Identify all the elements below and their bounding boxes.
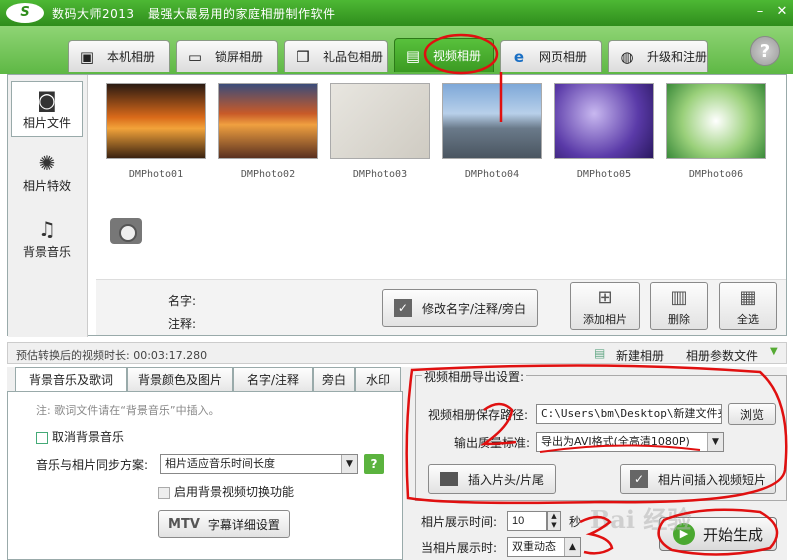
- checkbox-icon: [36, 431, 48, 444]
- ie-icon: e: [513, 47, 525, 66]
- sidebar-item-background-music[interactable]: ♫ 背景音乐: [11, 211, 83, 267]
- subtitle-settings-button[interactable]: MTV 字幕详细设置: [158, 510, 290, 538]
- user-frame-icon: ▣: [79, 47, 95, 66]
- app-subtitle: 最强大最易用的家庭相册制作软件: [148, 7, 336, 21]
- photo-image: [106, 83, 206, 159]
- globe-icon: ◍: [620, 47, 634, 66]
- app-logo: S: [6, 3, 44, 23]
- check-icon: ✓: [393, 299, 412, 317]
- tab-narration[interactable]: 旁白: [313, 367, 355, 391]
- album-params-button[interactable]: 相册参数文件: [686, 347, 758, 364]
- app-title: 数码大师2013: [52, 7, 135, 21]
- sync-select[interactable]: 相片适应音乐时间长度 ▼: [160, 454, 358, 474]
- photo-image: [442, 83, 542, 159]
- tab-name-note[interactable]: 名字/注释: [233, 367, 313, 391]
- checkbox-icon: [158, 486, 170, 499]
- edit-name-note-button[interactable]: ✓ 修改名字/注释/旁白: [382, 289, 538, 327]
- show-time-spinner[interactable]: ▲ ▼: [547, 511, 561, 531]
- video-switch-checkbox[interactable]: 启用背景视频切换功能: [158, 483, 294, 500]
- chevron-down-icon: ▼: [341, 455, 357, 473]
- add-photo-icon: ⊞: [597, 287, 613, 308]
- photo-thumb[interactable]: DMPhoto02: [216, 81, 320, 185]
- transition-label: 当相片展示时:: [421, 541, 498, 555]
- photo-image: [554, 83, 654, 159]
- tab-music-lyrics[interactable]: 背景音乐及歌词: [15, 367, 127, 393]
- grid-icon: ▦: [739, 287, 757, 308]
- music-lyrics-panel: 注: 歌词文件请在“背景音乐”中插入。 取消背景音乐 音乐与相片同步方案: 相片…: [7, 391, 403, 560]
- chevron-down-icon[interactable]: ▼: [770, 346, 778, 357]
- tab-lockscreen-album[interactable]: ▭ 锁屏相册: [176, 40, 278, 72]
- add-photo-button[interactable]: ⊞ 添加相片: [570, 282, 640, 330]
- music-icon: ♫: [38, 217, 56, 241]
- export-settings-group: 视频相册导出设置: 视频相册保存路径: C:\Users\bm\Desktop\…: [415, 368, 787, 501]
- sync-help-button[interactable]: ?: [364, 454, 384, 474]
- transition-select[interactable]: 双重动态 ▲: [507, 537, 581, 557]
- tab-web-album[interactable]: e 网页相册: [500, 40, 602, 72]
- seconds-unit: 秒: [569, 515, 582, 529]
- photo-image: [330, 83, 430, 159]
- note-label: 注释:: [168, 317, 197, 331]
- sidebar-item-photo-files[interactable]: ◙ 相片文件: [11, 81, 83, 137]
- main-tab-strip: ▣ 本机相册 ▭ 锁屏相册 ❒ 礼品包相册 ▤ 视频相册 e 网页相册 ◍ 升级和注册 ?: [0, 26, 793, 74]
- show-time-input[interactable]: 10: [507, 511, 547, 531]
- effects-icon: ✺: [38, 151, 56, 175]
- show-time-label: 相片展示时间:: [421, 515, 498, 529]
- gift-icon: ❒: [296, 47, 310, 66]
- sidebar-item-photo-effects[interactable]: ✺ 相片特效: [11, 145, 83, 201]
- tab-upgrade-register[interactable]: ◍ 升级和注册: [608, 40, 708, 72]
- trash-icon: ▥: [670, 287, 688, 308]
- save-path-input[interactable]: C:\Users\bm\Desktop\新建文件夹: [536, 404, 722, 424]
- sidebar: ◙ 相片文件 ✺ 相片特效 ♫ 背景音乐: [8, 75, 88, 337]
- minimize-button[interactable]: –: [750, 3, 770, 21]
- status-bar: 预估转换后的视频时长: 00:03:17.280 ▤ 新建相册 相册参数文件 ▼: [7, 342, 787, 364]
- photo-thumb[interactable]: DMPhoto04: [440, 81, 544, 185]
- browse-button[interactable]: 浏览: [728, 403, 776, 425]
- estimated-duration: 预估转换后的视频时长: 00:03:17.280: [16, 349, 208, 362]
- document-icon: ▤: [594, 346, 606, 360]
- select-all-button[interactable]: ▦ 全选: [719, 282, 777, 330]
- camera-icon: [110, 218, 142, 244]
- lyrics-note: 注: 歌词文件请在“背景音乐”中插入。: [36, 404, 220, 417]
- photo-thumb[interactable]: DMPhoto05: [552, 81, 656, 185]
- photo-thumb[interactable]: DMPhoto03: [328, 81, 432, 185]
- insert-video-clip-button[interactable]: ✓ 相片间插入视频短片: [620, 464, 776, 494]
- chevron-up-icon: ▲: [564, 538, 580, 556]
- photo-thumb[interactable]: DMPhoto06: [664, 81, 768, 185]
- close-button[interactable]: ✕: [772, 3, 792, 21]
- export-settings-title: 视频相册导出设置:: [422, 368, 527, 385]
- quality-select[interactable]: 导出为AVI格式(全高清1080P) ▼: [536, 432, 724, 452]
- film-icon: ▤: [405, 46, 421, 65]
- watermark: Bai 经验: [590, 505, 692, 534]
- photo-grid: DMPhoto01 DMPhoto02 DMPhoto03 DMPhoto04 …: [98, 81, 778, 191]
- photo-image: [218, 83, 318, 159]
- new-album-button[interactable]: 新建相册: [616, 347, 664, 364]
- tab-local-album[interactable]: ▣ 本机相册: [68, 40, 170, 72]
- camera-icon: ◙: [37, 88, 57, 112]
- tab-watermark[interactable]: 水印: [355, 367, 401, 391]
- quality-label: 输出质量标准:: [454, 436, 531, 450]
- name-label: 名字:: [168, 294, 197, 308]
- photo-thumb[interactable]: DMPhoto01: [104, 81, 208, 185]
- tab-gift-album[interactable]: ❒ 礼品包相册: [284, 40, 388, 72]
- delete-button[interactable]: ▥ 删除: [650, 282, 708, 330]
- tab-video-album[interactable]: ▤ 视频相册: [394, 38, 494, 72]
- tab-bg-color-image[interactable]: 背景颜色及图片: [127, 367, 233, 391]
- sync-label: 音乐与相片同步方案:: [36, 458, 149, 472]
- save-path-label: 视频相册保存路径:: [428, 408, 529, 422]
- insert-head-tail-button[interactable]: 插入片头/片尾: [428, 464, 556, 494]
- help-button[interactable]: ?: [750, 36, 780, 66]
- title-bar: S 数码大师2013 最强大最易用的家庭相册制作软件 – ✕: [0, 0, 793, 26]
- monitor-icon: ▭: [187, 47, 203, 66]
- cancel-music-checkbox[interactable]: 取消背景音乐: [36, 428, 124, 445]
- video-camera-icon: [439, 472, 458, 486]
- mtv-logo: MTV: [168, 516, 200, 532]
- photo-image: [666, 83, 766, 159]
- chevron-down-icon: ▼: [707, 433, 723, 451]
- check-icon: ✓: [629, 470, 648, 488]
